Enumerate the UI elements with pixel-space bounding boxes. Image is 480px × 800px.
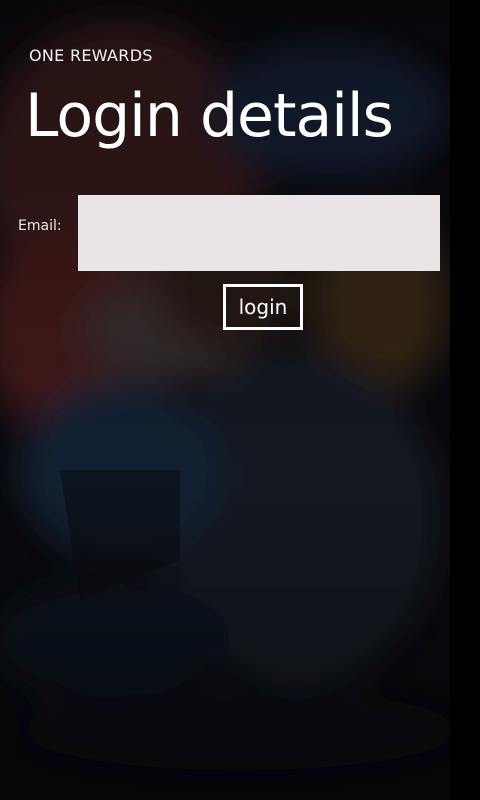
page-title: Login details	[25, 81, 394, 151]
login-button[interactable]: login	[223, 284, 303, 330]
app-title: ONE REWARDS	[29, 46, 153, 65]
email-input[interactable]	[78, 195, 440, 271]
app-screen: ONE REWARDS Login details Email: login	[0, 0, 480, 800]
edge-strip	[450, 0, 480, 800]
email-label: Email:	[18, 218, 62, 234]
